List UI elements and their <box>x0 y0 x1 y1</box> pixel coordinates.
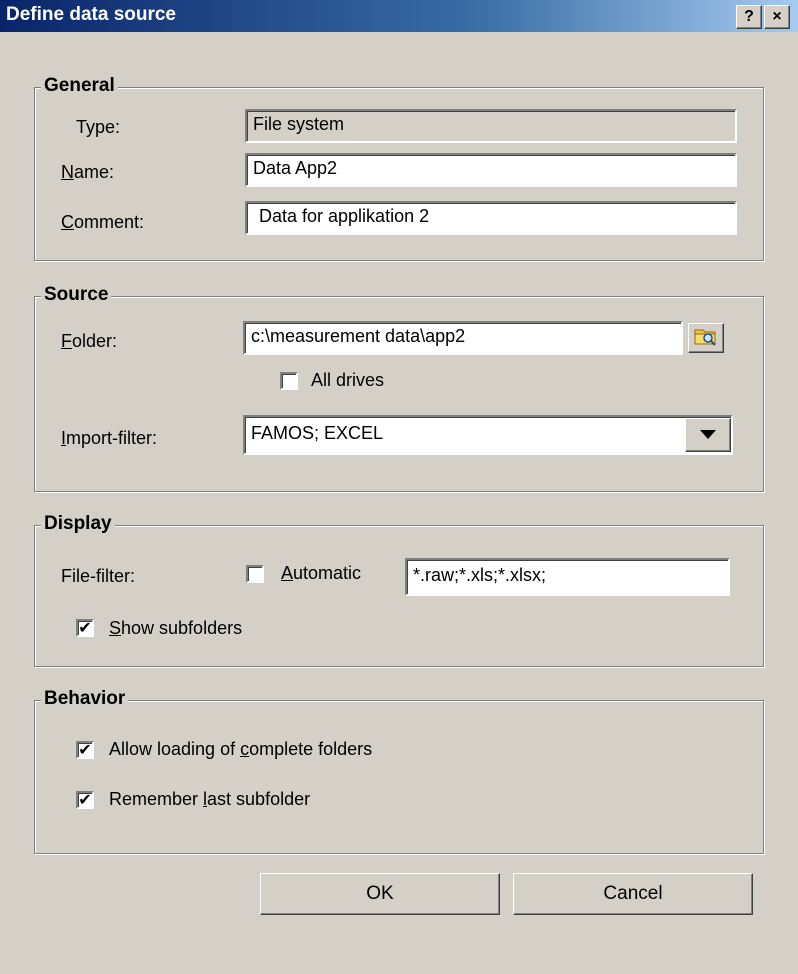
ok-button[interactable]: OK <box>260 873 500 915</box>
display-group: Display <box>34 513 764 667</box>
source-group-title: Source <box>41 284 112 306</box>
file-filter-input[interactable]: *.raw;*.xls;*.xlsx; <box>405 558 730 596</box>
title-bar: Define data source ? × <box>0 0 798 32</box>
automatic-checkbox[interactable] <box>246 565 264 583</box>
import-filter-select[interactable]: FAMOS; EXCEL <box>243 415 733 455</box>
show-subfolders-checkbox[interactable]: ✔ <box>76 619 94 637</box>
window-title: Define data source <box>6 4 176 25</box>
all-drives-checkbox[interactable] <box>280 372 298 390</box>
type-field: File system <box>245 109 737 143</box>
close-button[interactable]: × <box>764 5 790 29</box>
show-subfolders-label[interactable]: Show subfolders <box>109 618 242 639</box>
remember-subfolder-checkbox[interactable]: ✔ <box>76 791 94 809</box>
cancel-button[interactable]: Cancel <box>513 873 753 915</box>
allow-loading-label[interactable]: Allow loading of complete folders <box>109 739 372 760</box>
name-input[interactable]: Data App2 <box>245 153 737 187</box>
comment-input[interactable]: Data for applikation 2 <box>245 201 737 235</box>
folder-label: Folder: <box>61 331 118 351</box>
display-group-title: Display <box>41 513 115 535</box>
allow-loading-checkbox[interactable]: ✔ <box>76 741 94 759</box>
import-filter-dropdown-button[interactable] <box>685 418 731 452</box>
behavior-group-title: Behavior <box>41 688 129 710</box>
automatic-label[interactable]: Automatic <box>281 563 361 584</box>
browse-folder-button[interactable] <box>688 323 724 353</box>
folder-search-icon <box>693 329 719 353</box>
general-group-title: General <box>41 75 118 97</box>
name-label: Name: <box>61 162 115 182</box>
triangle-down-icon <box>696 430 720 454</box>
file-filter-label: File-filter: <box>61 566 136 586</box>
behavior-group: Behavior <box>34 688 764 854</box>
all-drives-label[interactable]: All drives <box>311 370 384 391</box>
type-label: Type: <box>76 117 121 137</box>
folder-input[interactable]: c:\measurement data\app2 <box>243 321 683 355</box>
help-button[interactable]: ? <box>736 5 762 29</box>
import-filter-label: Import-filter: <box>61 428 158 448</box>
remember-subfolder-label[interactable]: Remember last subfolder <box>109 789 310 810</box>
comment-label: Comment: <box>61 212 145 232</box>
define-data-source-dialog: Define data source ? × General Type: Fil… <box>0 0 798 974</box>
